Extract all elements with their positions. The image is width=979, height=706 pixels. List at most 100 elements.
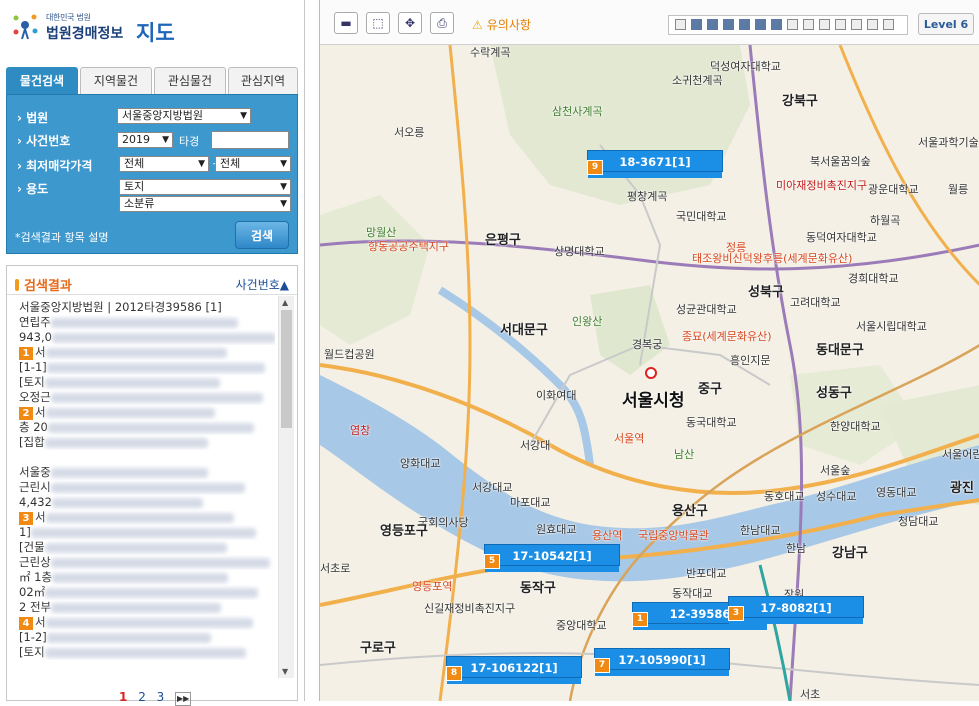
zoom-step[interactable] [787, 19, 798, 30]
map-label-l47: 서강대교 [472, 481, 513, 494]
result-text: [집합 [19, 435, 45, 449]
map-label-l41: 남산 [674, 448, 695, 461]
map-label-l63: 영등포역 [412, 580, 453, 593]
zoom-step[interactable] [723, 19, 734, 30]
zoom-step[interactable] [707, 19, 718, 30]
map-label-l59: 한남 [786, 542, 807, 555]
page-2[interactable]: 2 [138, 690, 146, 704]
zoom-step[interactable] [851, 19, 862, 30]
redacted-text [45, 617, 253, 628]
zoom-step[interactable] [771, 19, 782, 30]
chevron-down-icon: ▼ [280, 182, 287, 192]
price-from-select[interactable]: 전체 ▼ [119, 156, 209, 172]
zoom-level: Level 6 [918, 13, 974, 35]
tab-interest-items[interactable]: 관심물건 [154, 67, 226, 94]
map-label-l13: 국민대학교 [676, 210, 727, 223]
zoom-step[interactable] [691, 19, 702, 30]
zoom-step[interactable] [819, 19, 830, 30]
tab-interest-region[interactable]: 관심지역 [228, 67, 298, 94]
map-label-l35: 중구 [698, 382, 722, 397]
result-field-description-link[interactable]: *검색결과 항목 설명 [15, 229, 108, 245]
court-select[interactable]: 서울중앙지방법원 ▼ [117, 108, 251, 124]
result-number-badge: 4 [19, 617, 33, 630]
marker-number-badge: 8 [446, 666, 462, 681]
search-tabs: 물건검색 지역물건 관심물건 관심지역 [6, 67, 298, 94]
result-line[interactable]: 3서 [19, 510, 275, 525]
result-line[interactable]: 2서 [19, 405, 275, 420]
page-1[interactable]: 1 [119, 690, 127, 704]
search-button[interactable]: 검색 [235, 221, 289, 249]
case-type-label: 타경 [179, 135, 200, 148]
court-label: › 법원 [17, 111, 49, 125]
result-text: 2 전부 [19, 600, 52, 614]
auction-marker[interactable]: 18-3671[1] 9 [587, 150, 723, 178]
map-label-l65: 동작대교 [672, 587, 713, 600]
warning-link[interactable]: ⚠ 유의사항 [472, 16, 531, 33]
scroll-down-icon[interactable]: ▼ [282, 667, 288, 676]
map-label-l45: 염창 [350, 424, 371, 437]
auction-marker[interactable]: 17-8082[1] 3 [728, 596, 864, 624]
chevron-down-icon: ▼ [280, 199, 287, 209]
zoom-out-icon[interactable] [675, 19, 686, 30]
use-select[interactable]: 토지 ▼ [119, 179, 291, 195]
zoom-in-icon[interactable] [883, 19, 894, 30]
tab-region[interactable]: 지역물건 [80, 67, 152, 94]
case-number-input[interactable] [211, 131, 289, 149]
price-to-select[interactable]: 전체 ▼ [215, 156, 291, 172]
map-label-l58: 한남대교 [740, 524, 781, 537]
auction-marker[interactable]: 17-10542[1] 5 [484, 544, 620, 572]
brand-name[interactable]: 법원경매정보 [46, 23, 123, 43]
zoom-step[interactable] [739, 19, 750, 30]
distance-tool-icon[interactable]: ▬ [334, 12, 358, 34]
zoom-bar[interactable] [668, 15, 908, 35]
sort-case-number[interactable]: 사건번호▲ [236, 276, 289, 293]
map-label-l44: 광진 [950, 481, 974, 496]
print-icon[interactable]: ⎙ [430, 12, 454, 34]
map-view[interactable]: ▬ ⬚ ✥ ⎙ ⚠ 유의사항 Level 6 수락계곡 덕성여자대학교 소귀천계곡 강북… [319, 0, 979, 701]
map-label-l33: 흥인지문 [730, 354, 771, 367]
next-page-icon[interactable]: ▶▶ [175, 692, 192, 706]
use-sub-select[interactable]: 소분류 ▼ [119, 196, 291, 212]
zoom-step[interactable] [867, 19, 878, 30]
result-line: 1] [19, 525, 275, 540]
result-text: ㎡ 1층 [19, 570, 53, 584]
left-panel: 대한민국 법원 법원경매정보 지도 물건검색 지역물건 관심물건 관심지역 › … [0, 0, 305, 706]
map-label-l66: 신길재정비촉진지구 [424, 602, 516, 615]
redacted-text [52, 572, 229, 583]
map-label-l43: 서울숲 [820, 464, 851, 477]
redacted-text [45, 512, 234, 523]
redacted-text [47, 422, 254, 433]
zoom-step[interactable] [835, 19, 846, 30]
map-label-l56: 용산역 [592, 529, 623, 542]
auction-marker[interactable]: 17-106122[1] 8 [446, 656, 582, 684]
map-label-l31: 월드컵공원 [324, 348, 375, 361]
results-scrollbar[interactable]: ▲ ▼ [278, 296, 294, 678]
marker-label: 17-10542[1] [512, 549, 592, 563]
redacted-text [45, 407, 215, 418]
area-tool-icon[interactable]: ⬚ [366, 12, 390, 34]
page-3[interactable]: 3 [157, 690, 165, 704]
result-text: [1-2] [19, 630, 47, 644]
case-year-select[interactable]: 2019 ▼ [117, 132, 173, 148]
pan-tool-icon[interactable]: ✥ [398, 12, 422, 34]
zoom-step[interactable] [803, 19, 814, 30]
marker-tail [729, 618, 863, 624]
result-number-badge: 1 [19, 347, 33, 360]
map-label-l32: 경복궁 [632, 338, 663, 351]
scroll-up-icon[interactable]: ▲ [282, 298, 288, 307]
auction-marker[interactable]: 17-105990[1] 7 [594, 648, 730, 676]
map-label-l19: 향동공공주택지구 [368, 240, 449, 253]
tab-search[interactable]: 물건검색 [6, 67, 78, 94]
brand-header: 대한민국 법원 법원경매정보 지도 [8, 6, 298, 52]
result-line: [1-2] [19, 630, 275, 645]
scroll-thumb[interactable] [281, 310, 292, 428]
result-line[interactable]: 4서 [19, 615, 275, 630]
map-label-l71: 서울어린이대공원 [942, 448, 979, 461]
map-label-l53: 청담대교 [898, 515, 939, 528]
map-label-l55: 원효대교 [536, 523, 577, 536]
map-label-l38: 한양대학교 [830, 420, 881, 433]
zoom-step[interactable] [755, 19, 766, 30]
result-line[interactable]: 1서 [19, 345, 275, 360]
map-label-l16: 상명대학교 [554, 245, 605, 258]
result-line: 서울중 [19, 465, 275, 480]
